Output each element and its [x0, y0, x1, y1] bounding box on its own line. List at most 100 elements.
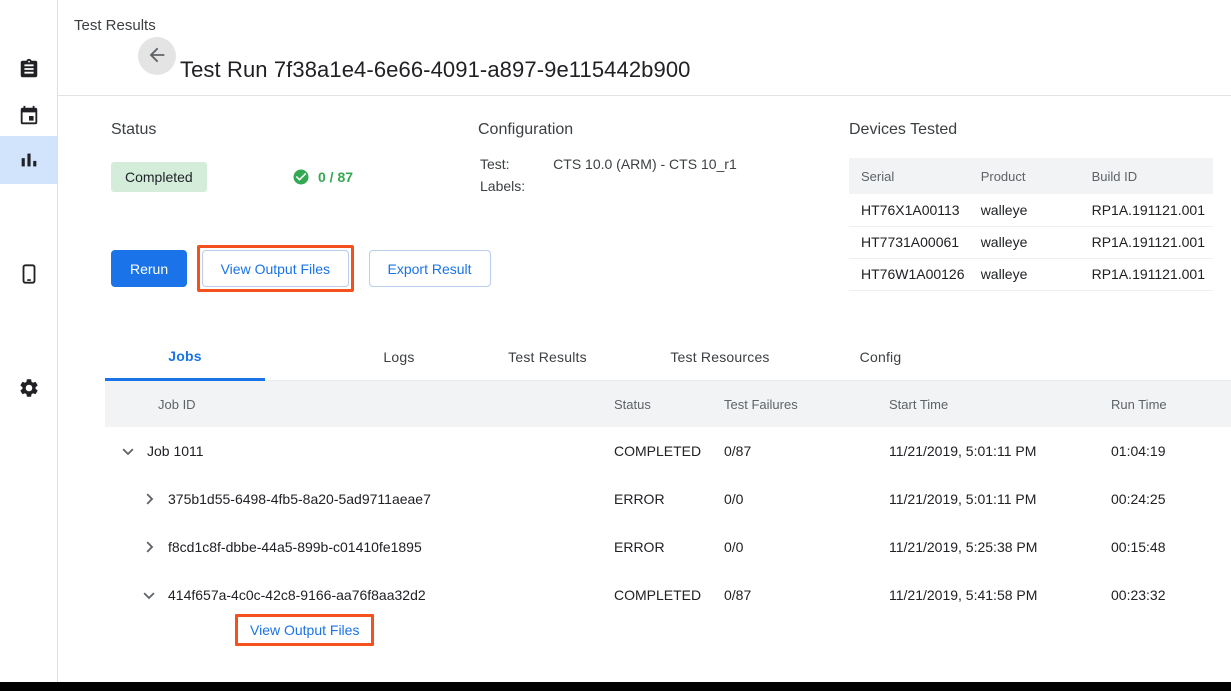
tab-jobs[interactable]: Jobs: [105, 333, 265, 381]
job-id-text[interactable]: f8cd1c8f-dbbe-44a5-899b-c01410fe1895: [168, 539, 422, 555]
back-button[interactable]: [138, 37, 176, 75]
table-row: Job 1011 COMPLETED 0/87 11/21/2019, 5:01…: [105, 427, 1231, 475]
job-test-failures: 0/87: [720, 427, 885, 475]
table-row: 375b1d55-6498-4fb5-8a20-5ad9711aeae7 ERR…: [105, 475, 1231, 523]
job-id-text[interactable]: 375b1d55-6498-4fb5-8a20-5ad9711aeae7: [168, 491, 431, 507]
job-run-time: 01:04:19: [1107, 427, 1231, 475]
page-header: Test Results Test Run 7f38a1e4-6e66-4091…: [58, 0, 1231, 96]
configuration-table: Test: CTS 10.0 (ARM) - CTS 10_r1 Labels:: [478, 154, 739, 200]
devices-col-build-id: Build ID: [1092, 158, 1213, 194]
sidebar-item-test-suites[interactable]: [0, 45, 57, 93]
job-id-cell: f8cd1c8f-dbbe-44a5-899b-c01410fe1895: [105, 536, 610, 558]
action-button-row: Rerun View Output Files Export Result: [111, 250, 491, 287]
job-start-time: 11/21/2019, 5:01:11 PM: [885, 475, 1107, 523]
view-output-files-button[interactable]: View Output Files: [202, 250, 349, 287]
smartphone-icon: [18, 263, 40, 285]
chevron-right-icon[interactable]: [138, 488, 160, 510]
config-key: Test:: [480, 156, 551, 176]
device-build-id: RP1A.191121.001: [1092, 258, 1213, 290]
table-row: HT76W1A00126 walleye RP1A.191121.001: [849, 258, 1213, 290]
check-circle-icon: [292, 168, 310, 186]
sidebar-item-test-results[interactable]: [0, 136, 57, 184]
page-title: Test Run 7f38a1e4-6e66-4091-a897-9e11544…: [180, 57, 691, 83]
device-serial: HT76W1A00126: [849, 258, 981, 290]
jobs-col-job-id: Job ID: [105, 381, 610, 427]
job-test-failures: 0/0: [720, 475, 885, 523]
job-id-cell: 414f657a-4c0c-42c8-9166-aa76f8aa32d2: [105, 584, 610, 606]
tab-bar: Jobs Logs Test Results Test Resources Co…: [105, 333, 1231, 381]
job-test-failures: 0/87: [720, 571, 885, 619]
config-value: [553, 178, 737, 198]
job-start-time: 11/21/2019, 5:01:11 PM: [885, 427, 1107, 475]
bar-chart-icon: [18, 149, 40, 171]
job-run-time: 00:23:32: [1107, 571, 1231, 619]
status-badge: Completed: [111, 162, 207, 192]
jobs-col-test-failures: Test Failures: [720, 381, 885, 427]
arrow-left-icon: [146, 44, 168, 69]
job-test-failures: 0/0: [720, 523, 885, 571]
devices-col-serial: Serial: [849, 158, 981, 194]
device-build-id: RP1A.191121.001: [1092, 194, 1213, 226]
view-output-files-highlight: View Output Files: [197, 245, 354, 292]
tab-config[interactable]: Config: [832, 333, 929, 380]
jobs-col-start-time: Start Time: [885, 381, 1107, 427]
device-product: walleye: [981, 258, 1092, 290]
tab-test-results[interactable]: Test Results: [480, 333, 615, 380]
gear-icon: [18, 377, 40, 399]
job-view-output-files-highlight: View Output Files: [235, 614, 374, 646]
job-status: ERROR: [610, 475, 720, 523]
device-product: walleye: [981, 194, 1092, 226]
device-product: walleye: [981, 226, 1092, 258]
configuration-section-title: Configuration: [478, 121, 573, 139]
bottom-bar: [0, 682, 1231, 691]
config-row: Test: CTS 10.0 (ARM) - CTS 10_r1: [480, 156, 737, 176]
jobs-header-row: Job ID Status Test Failures Start Time R…: [105, 381, 1231, 427]
table-row: HT7731A00061 walleye RP1A.191121.001: [849, 226, 1213, 258]
table-row: f8cd1c8f-dbbe-44a5-899b-c01410fe1895 ERR…: [105, 523, 1231, 571]
tab-test-resources[interactable]: Test Resources: [640, 333, 800, 380]
app-root: Test Results Test Run 7f38a1e4-6e66-4091…: [0, 0, 1231, 691]
device-build-id: RP1A.191121.001: [1092, 226, 1213, 258]
devices-table: Serial Product Build ID HT76X1A00113 wal…: [849, 158, 1213, 291]
main-content: Status Completed 0 / 87 Rerun View Outpu…: [58, 96, 1231, 682]
chevron-down-icon[interactable]: [138, 584, 160, 606]
sidebar-item-devices[interactable]: [0, 250, 57, 298]
pass-ratio: 0 / 87: [292, 162, 353, 192]
chevron-right-icon[interactable]: [138, 536, 160, 558]
job-id-cell: Job 1011: [105, 440, 610, 462]
job-id-text[interactable]: 414f657a-4c0c-42c8-9166-aa76f8aa32d2: [168, 587, 426, 603]
job-run-time: 00:15:48: [1107, 523, 1231, 571]
job-id-cell: 375b1d55-6498-4fb5-8a20-5ad9711aeae7: [105, 488, 610, 510]
calendar-icon: [18, 105, 40, 127]
job-start-time: 11/21/2019, 5:25:38 PM: [885, 523, 1107, 571]
sidebar-item-schedule[interactable]: [0, 92, 57, 140]
table-row: HT76X1A00113 walleye RP1A.191121.001: [849, 194, 1213, 226]
clipboard-icon: [18, 58, 40, 80]
config-key: Labels:: [480, 178, 551, 198]
job-view-output-files-link[interactable]: View Output Files: [244, 620, 365, 640]
jobs-col-run-time: Run Time: [1107, 381, 1231, 427]
job-id-text[interactable]: Job 1011: [147, 443, 204, 459]
job-run-time: 00:24:25: [1107, 475, 1231, 523]
device-serial: HT7731A00061: [849, 226, 981, 258]
breadcrumb[interactable]: Test Results: [74, 17, 156, 34]
pass-ratio-text: 0 / 87: [318, 169, 353, 185]
sidebar-item-settings[interactable]: [0, 364, 57, 412]
sidebar: [0, 0, 58, 682]
jobs-table: Job ID Status Test Failures Start Time R…: [105, 381, 1231, 619]
table-row: 414f657a-4c0c-42c8-9166-aa76f8aa32d2 COM…: [105, 571, 1231, 619]
devices-section-title: Devices Tested: [849, 121, 957, 139]
jobs-col-status: Status: [610, 381, 720, 427]
devices-header-row: Serial Product Build ID: [849, 158, 1213, 194]
job-status: ERROR: [610, 523, 720, 571]
device-serial: HT76X1A00113: [849, 194, 981, 226]
rerun-button[interactable]: Rerun: [111, 250, 187, 287]
job-status: COMPLETED: [610, 571, 720, 619]
config-row: Labels:: [480, 178, 737, 198]
devices-col-product: Product: [981, 158, 1092, 194]
export-result-button[interactable]: Export Result: [369, 250, 491, 287]
chevron-down-icon[interactable]: [117, 440, 139, 462]
tab-logs[interactable]: Logs: [345, 333, 453, 380]
job-start-time: 11/21/2019, 5:41:58 PM: [885, 571, 1107, 619]
status-section-title: Status: [111, 121, 156, 139]
